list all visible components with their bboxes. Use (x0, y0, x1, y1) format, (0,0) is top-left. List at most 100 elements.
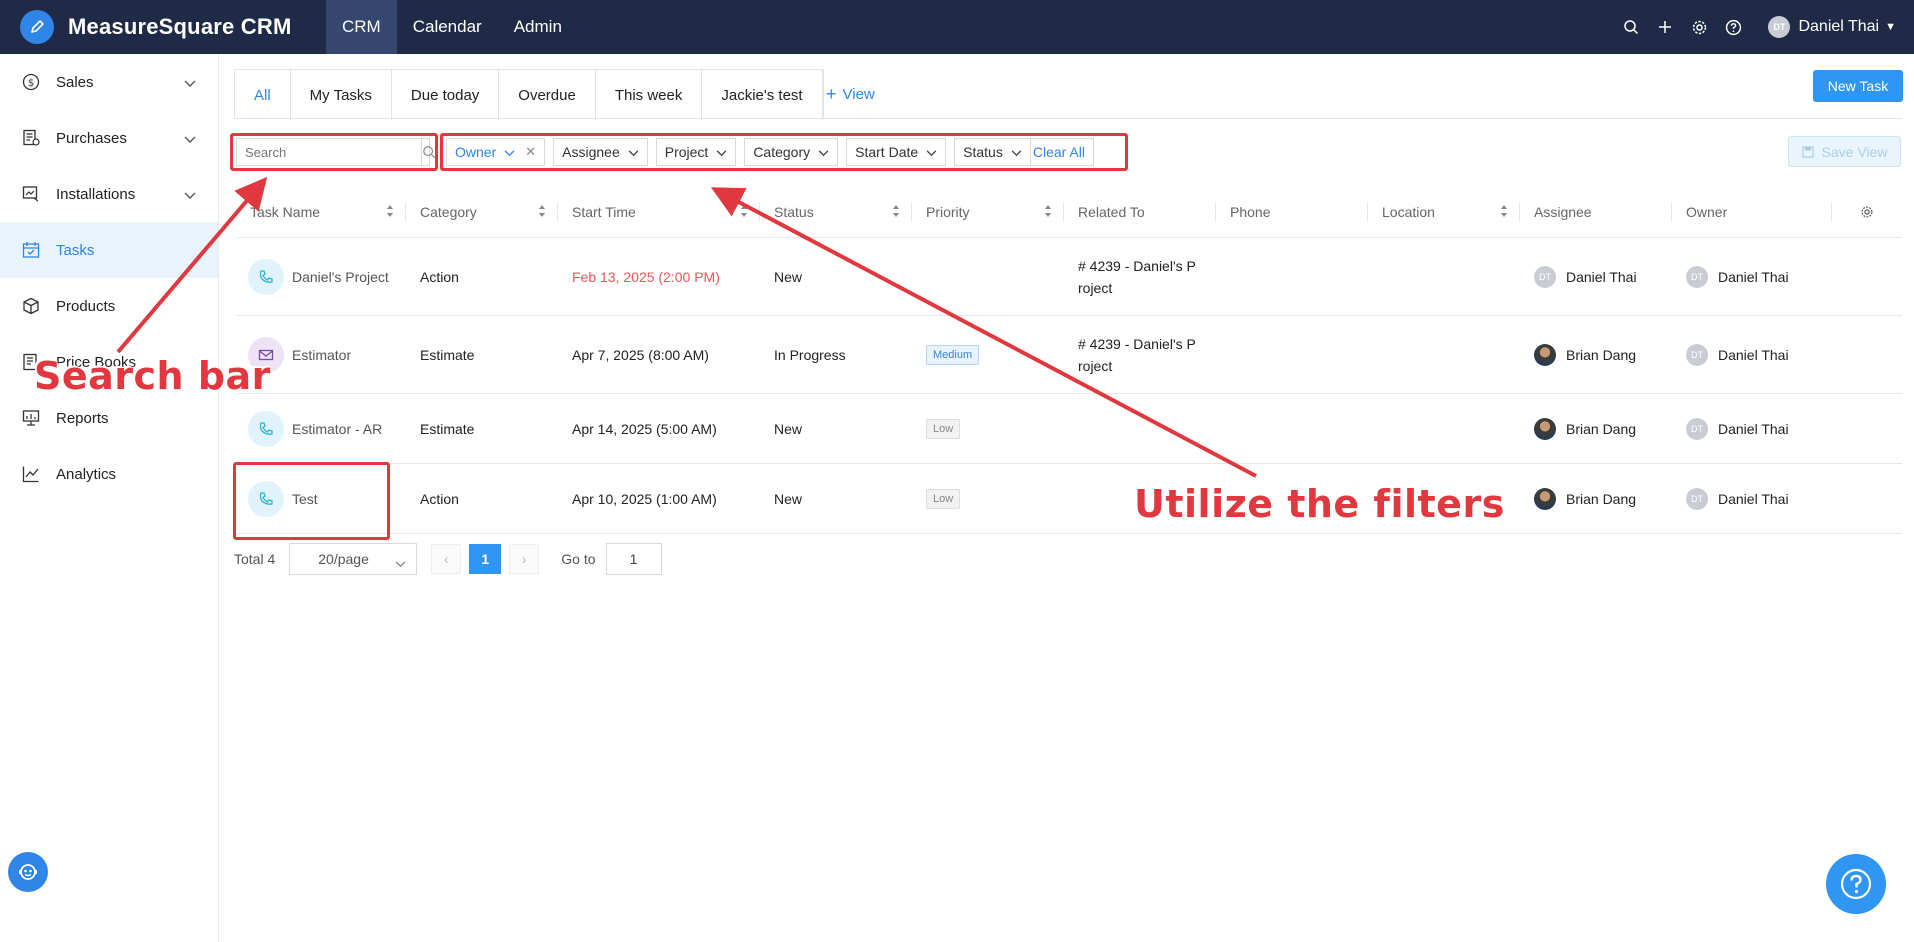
tab-all[interactable]: All (235, 70, 291, 120)
priority-badge: Low (926, 488, 961, 509)
start-time-cell: Apr 10, 2025 (1:00 AM) (572, 490, 717, 507)
user-menu[interactable]: DT Daniel Thai ▼ (1768, 16, 1896, 38)
prev-page-button[interactable]: ‹ (431, 544, 462, 574)
search-bar-annotation: Search bar (33, 353, 271, 399)
assignee-name: Brian Dang (1566, 420, 1637, 437)
sort-icon[interactable] (740, 204, 748, 221)
nav-admin[interactable]: Admin (498, 0, 578, 54)
top-right-actions: DT Daniel Thai ▼ (1614, 0, 1914, 54)
related-line: # 4239 - Daniel's P (1078, 257, 1196, 274)
caret-down-icon: ▼ (1885, 21, 1896, 33)
search-icon[interactable] (1614, 19, 1648, 35)
plus-icon[interactable] (1648, 19, 1682, 35)
table-row[interactable]: Estimator Estimate Apr 7, 2025 (8:00 AM)… (236, 316, 1902, 394)
column-header-priority[interactable]: Priority (912, 186, 1064, 238)
report-icon (20, 407, 42, 429)
sidebar-item-analytics[interactable]: Analytics (0, 446, 218, 502)
tab-jackies-test[interactable]: Jackie's test (702, 70, 823, 120)
column-header-location[interactable]: Location (1368, 186, 1520, 238)
sidebar-item-sales[interactable]: $ Sales (0, 54, 218, 110)
tab-overdue[interactable]: Overdue (499, 70, 596, 120)
nav-calendar[interactable]: Calendar (397, 0, 498, 54)
save-view-button[interactable]: Save View (1788, 136, 1901, 167)
column-header-status[interactable]: Status (760, 186, 912, 238)
task-name[interactable]: Daniel's Project (292, 269, 389, 285)
goto-label: Go to (561, 551, 596, 567)
next-page-button[interactable]: › (509, 544, 540, 574)
nav-crm[interactable]: CRM (326, 0, 397, 54)
table-row[interactable]: Estimator - AR Estimate Apr 14, 2025 (5:… (236, 394, 1902, 464)
task-name-cell[interactable]: Daniel's Project (236, 258, 406, 295)
start-time-cell: Apr 14, 2025 (5:00 AM) (572, 420, 717, 437)
pagination: Total 4 20/page ‹ 1 › Go to 1 (234, 543, 662, 575)
total-count: Total 4 (234, 551, 276, 567)
page-size-select[interactable]: 20/page (289, 543, 418, 575)
column-label: Task Name (250, 203, 321, 220)
sort-icon[interactable] (1500, 204, 1508, 221)
column-header-phone[interactable]: Phone (1216, 186, 1368, 238)
column-header-category[interactable]: Category (406, 186, 558, 238)
priority-badge: Medium (926, 344, 980, 365)
help-icon[interactable] (1716, 19, 1750, 36)
category-cell: Estimate (420, 346, 475, 363)
tab-this-week[interactable]: This week (596, 70, 703, 120)
sort-icon[interactable] (892, 204, 900, 221)
table-row[interactable]: Test Action Apr 10, 2025 (1:00 AM) New L… (236, 464, 1902, 534)
box-icon (20, 295, 42, 317)
assistant-bot-icon[interactable] (8, 852, 48, 892)
avatar: DT (1534, 265, 1556, 288)
filters-highlight-box (440, 133, 1128, 171)
sidebar-item-products[interactable]: Products (0, 278, 218, 334)
chevron-down-icon (395, 555, 406, 571)
app-logo[interactable]: MeasureSquare CRM (0, 10, 326, 44)
sidebar-item-reports[interactable]: Reports (0, 390, 218, 446)
sort-icon[interactable] (538, 204, 546, 221)
sort-icon[interactable] (386, 204, 394, 221)
page-number-button[interactable]: 1 (469, 544, 502, 574)
sidebar-item-label: Sales (56, 73, 94, 91)
app-title: MeasureSquare CRM (68, 14, 292, 39)
installation-icon (20, 183, 42, 205)
chevron-down-icon (184, 75, 196, 92)
column-settings-gear-icon[interactable] (1832, 186, 1902, 238)
phone-icon (248, 258, 284, 295)
sidebar-item-tasks[interactable]: Tasks (0, 222, 218, 278)
save-icon (1801, 145, 1814, 158)
goto-page-input[interactable]: 1 (605, 543, 662, 575)
status-cell: New (774, 268, 803, 285)
new-task-button[interactable]: New Task (1813, 70, 1903, 102)
related-to-cell[interactable]: # 4239 - Daniel's P roject (1064, 333, 1216, 377)
add-view-button[interactable]: + View (826, 84, 875, 105)
sort-icon[interactable] (1044, 204, 1052, 221)
tab-due-today[interactable]: Due today (392, 70, 500, 120)
column-header-assignee[interactable]: Assignee (1520, 186, 1672, 238)
avatar: DT (1686, 265, 1708, 288)
related-to-cell[interactable]: # 4239 - Daniel's P roject (1064, 255, 1216, 299)
column-header-task-name[interactable]: Task Name (236, 186, 406, 238)
column-header-owner[interactable]: Owner (1672, 186, 1832, 238)
sidebar-item-purchases[interactable]: Purchases (0, 110, 218, 166)
column-header-related-to[interactable]: Related To (1064, 186, 1216, 238)
table-row[interactable]: Daniel's Project Action Feb 13, 2025 (2:… (236, 238, 1902, 316)
task-name-cell[interactable]: Estimator - AR (236, 410, 406, 447)
task-name[interactable]: Estimator (292, 347, 351, 363)
receipt-icon (20, 127, 42, 149)
help-fab-icon[interactable] (1826, 854, 1886, 914)
avatar (1534, 417, 1556, 440)
owner-cell: DT Daniel Thai (1672, 417, 1832, 440)
task-name[interactable]: Estimator - AR (292, 421, 382, 437)
assignee-cell: DT Daniel Thai (1520, 265, 1672, 288)
assignee-name: Daniel Thai (1566, 268, 1637, 285)
assignee-cell: Brian Dang (1520, 487, 1672, 510)
avatar: DT (1768, 16, 1791, 38)
tab-my-tasks[interactable]: My Tasks (291, 70, 392, 120)
sidebar-item-label: Purchases (56, 129, 127, 147)
column-header-start-time[interactable]: Start Time (558, 186, 760, 238)
owner-name: Daniel Thai (1718, 268, 1789, 285)
related-line: # 4239 - Daniel's P (1078, 335, 1196, 352)
owner-cell: DT Daniel Thai (1672, 487, 1832, 510)
avatar: DT (1686, 487, 1708, 510)
gear-icon[interactable] (1682, 19, 1716, 36)
start-time-cell: Apr 7, 2025 (8:00 AM) (572, 346, 709, 363)
sidebar-item-installations[interactable]: Installations (0, 166, 218, 222)
